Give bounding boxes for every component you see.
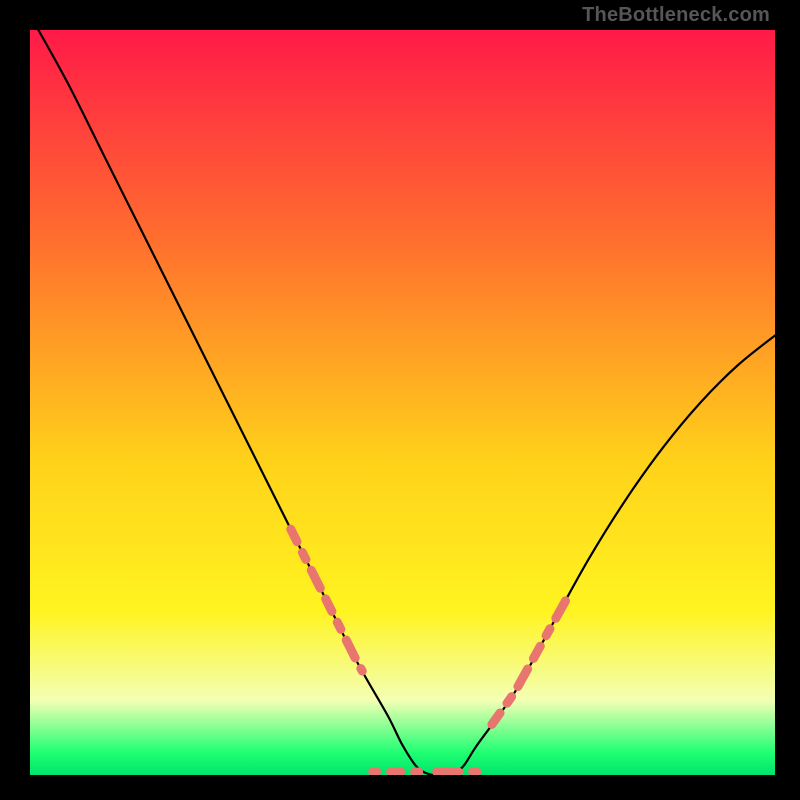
plot-area bbox=[30, 30, 775, 775]
watermark-text: TheBottleneck.com bbox=[582, 4, 770, 27]
chart-frame: TheBottleneck.com bbox=[0, 0, 800, 800]
bottleneck-curve bbox=[30, 30, 775, 775]
